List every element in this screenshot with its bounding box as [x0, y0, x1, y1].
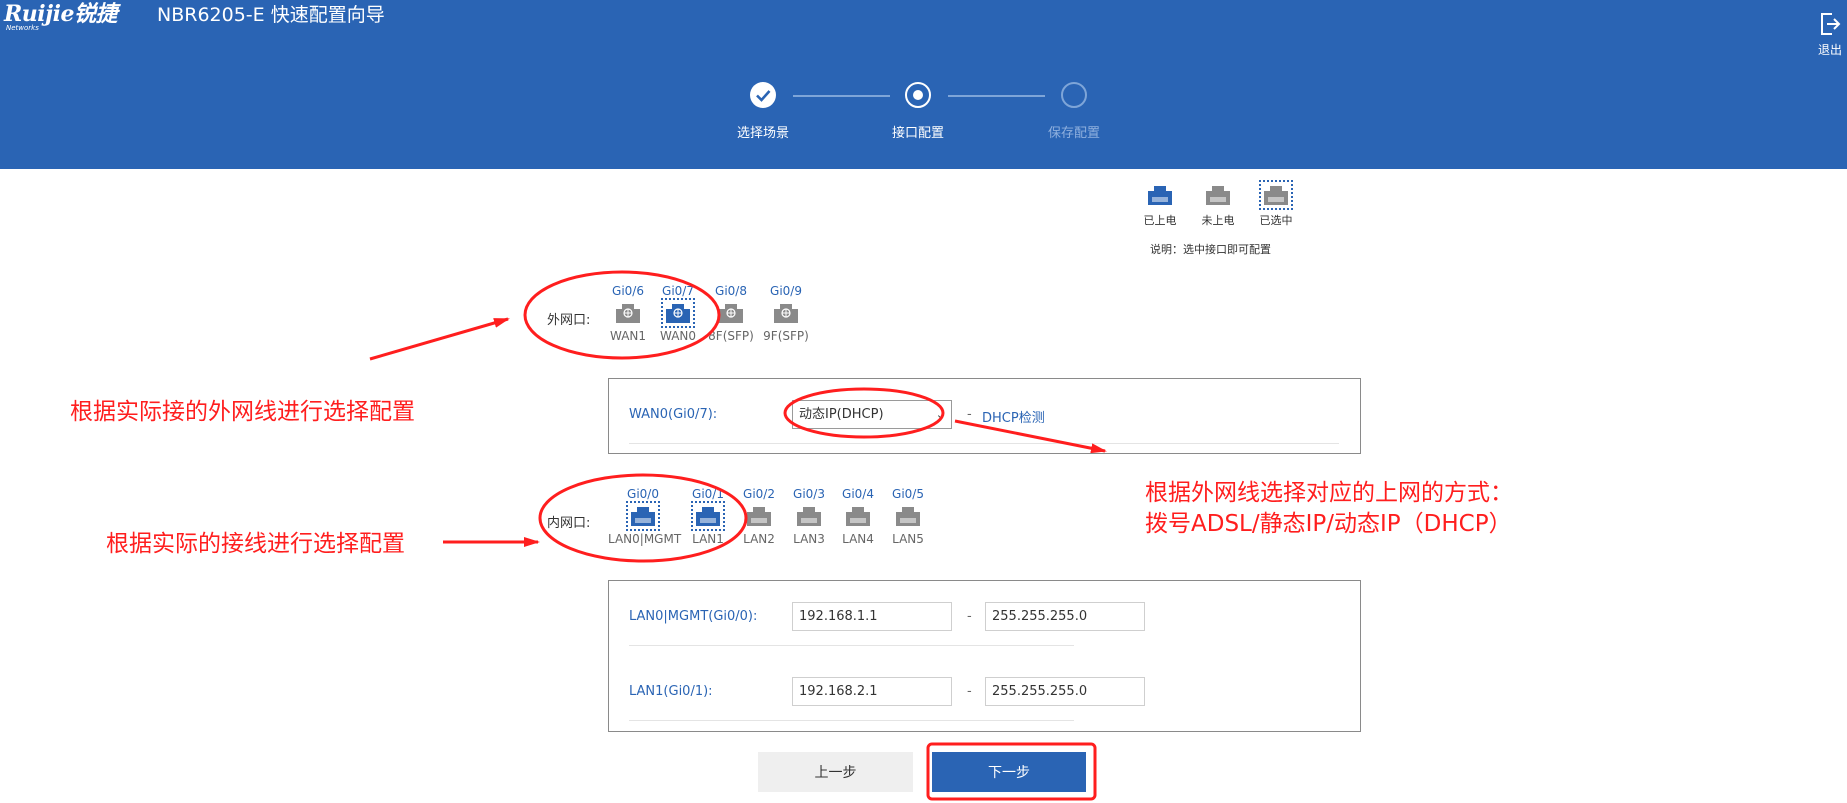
legend-label: 已选中	[1259, 214, 1293, 227]
port-9f-sfp[interactable]: Gi0/9 9F(SFP)	[751, 283, 821, 343]
lan1-ip-input[interactable]	[792, 677, 952, 706]
ethernet-port-icon	[691, 501, 725, 531]
divider	[629, 645, 1074, 646]
chevron-down-icon: ⌄	[935, 408, 945, 421]
next-step-button[interactable]: 下一步	[932, 752, 1086, 792]
ethernet-port-icon	[772, 301, 800, 325]
ethernet-port-icon	[661, 298, 695, 328]
port-name: 9F(SFP)	[763, 329, 809, 343]
annotation-wan-note: 根据实际接的外网线进行选择配置	[70, 399, 415, 425]
step-pending-icon	[1061, 82, 1087, 108]
dhcp-detect-link[interactable]: DHCP检测	[982, 407, 1045, 426]
legend-note: 说明：选中接口即可配置	[1150, 243, 1271, 256]
dash-separator: -	[967, 684, 972, 699]
annotation-lan-note: 根据实际的接线进行选择配置	[106, 531, 405, 557]
ethernet-port-unpowered-icon	[1204, 183, 1232, 207]
port-lan0-mgmt[interactable]: Gi0/0 LAN0|MGMT	[608, 486, 682, 546]
port-gi-label: Gi0/9	[770, 284, 802, 298]
legend-unpowered: 未上电	[1188, 183, 1248, 228]
lan0-mask-input[interactable]	[985, 602, 1145, 631]
ethernet-port-selected-icon	[1259, 180, 1293, 210]
lan0-ip-input[interactable]	[792, 602, 952, 631]
annotation-mode-note-line2: 拨号ADSL/静态IP/动态IP（DHCP）	[1145, 511, 1512, 537]
step-label-save: 保存配置	[1047, 126, 1100, 141]
divider	[629, 443, 1339, 444]
ruijie-logo: Ruijie锐捷 Networks	[4, 1, 117, 32]
logout-button[interactable]: 退出	[1815, 12, 1845, 58]
port-gi-label: Gi0/0	[627, 487, 659, 501]
step-connector-2	[948, 95, 1045, 97]
logo-sub-text: Networks	[6, 24, 39, 32]
port-name: LAN0|MGMT	[608, 532, 682, 546]
annotation-mode-note-line1: 根据外网线选择对应的上网的方式：	[1145, 480, 1513, 506]
wan-interface-label: WAN0(Gi0/7):	[629, 407, 718, 422]
ethernet-port-icon	[894, 504, 922, 528]
lan1-mask-input[interactable]	[985, 677, 1145, 706]
wan-config-panel: WAN0(Gi0/7): 动态IP(DHCP) ⌄ - DHCP检测	[608, 378, 1361, 454]
legend-powered: 已上电	[1130, 183, 1190, 228]
lan-row-label: 内网口:	[547, 516, 591, 531]
lan0-interface-label: LAN0|MGMT(Gi0/0):	[629, 609, 758, 624]
ethernet-port-icon	[717, 301, 745, 325]
divider	[629, 720, 1074, 721]
ethernet-port-icon	[614, 301, 642, 325]
logout-icon	[1821, 13, 1841, 35]
ethernet-port-icon	[795, 504, 823, 528]
step-done-icon	[750, 82, 776, 108]
prev-step-button[interactable]: 上一步	[758, 752, 913, 792]
header-bar: Ruijie锐捷 Networks NBR6205-E 快速配置向导 退出 选择…	[0, 0, 1847, 169]
step-label-interface: 接口配置	[891, 126, 944, 141]
wan-mode-select[interactable]: 动态IP(DHCP) ⌄	[792, 400, 952, 429]
ethernet-port-icon	[844, 504, 872, 528]
port-lan5[interactable]: Gi0/5 LAN5	[873, 486, 943, 546]
ethernet-port-powered-icon	[1146, 183, 1174, 207]
ethernet-port-icon	[626, 501, 660, 531]
port-gi-label: Gi0/5	[892, 487, 924, 501]
dash-separator: -	[967, 407, 972, 422]
logo-text: Ruijie锐捷	[4, 1, 117, 27]
lan1-interface-label: LAN1(Gi0/1):	[629, 684, 713, 699]
lan-config-panel: LAN0|MGMT(Gi0/0): - LAN1(Gi0/1): -	[608, 580, 1361, 732]
legend-label: 未上电	[1201, 214, 1235, 227]
port-name: LAN5	[892, 532, 924, 546]
wizard-stepper: 选择场景 接口配置 保存配置	[0, 82, 1847, 142]
logout-label: 退出	[1817, 43, 1842, 57]
annotation-arrow-wan	[369, 317, 510, 361]
dash-separator: -	[967, 609, 972, 624]
wan-mode-value: 动态IP(DHCP)	[799, 407, 884, 422]
app-title: NBR6205-E 快速配置向导	[157, 4, 385, 26]
port-legend: 已上电 未上电 已选中 说明：选中接口即可配置	[1130, 180, 1293, 263]
wan-row-label: 外网口:	[547, 313, 591, 328]
legend-label: 已上电	[1143, 214, 1177, 227]
step-current-icon	[905, 82, 931, 108]
ethernet-port-icon	[745, 504, 773, 528]
step-label-scene: 选择场景	[736, 126, 789, 141]
step-connector-1	[793, 95, 890, 97]
legend-selected: 已选中	[1246, 180, 1306, 228]
